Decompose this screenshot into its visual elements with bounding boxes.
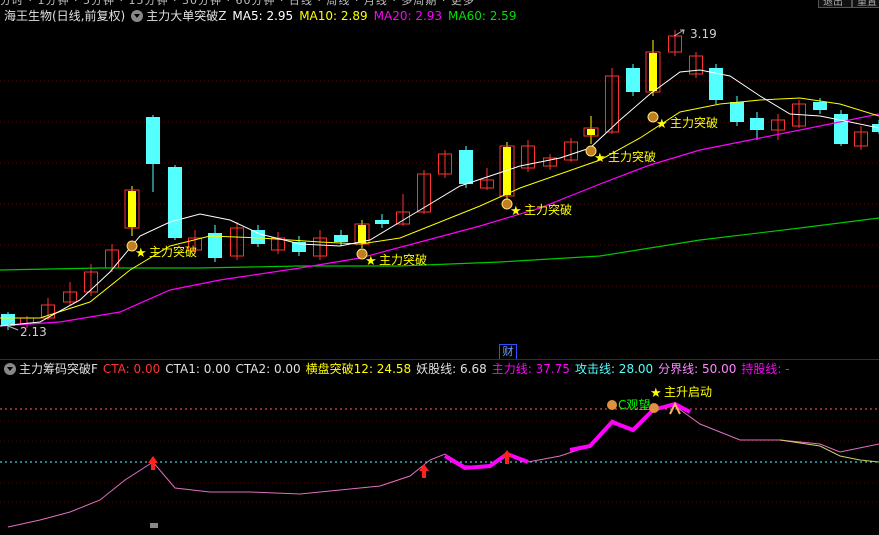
indicator-name[interactable]: 主力大单突破Z (146, 8, 226, 24)
candle-body-down (750, 118, 764, 130)
panel-divider (0, 359, 879, 360)
period-menu[interactable]: 分时 · 1分钟 · 5分钟 · 15分钟 · 30分钟 · 60分钟 · 日线… (0, 0, 475, 8)
star-icon: ★ (135, 246, 147, 261)
signal-label: 主力突破 (149, 244, 197, 259)
signal-label: 主力突破 (524, 202, 572, 217)
finance-marker[interactable]: 财 (499, 344, 517, 360)
ma5-value: MA5: 2.95 (232, 9, 294, 23)
watch-label: C观望 (618, 398, 650, 412)
candle-body-down (146, 117, 160, 164)
attack-line (779, 439, 879, 463)
stock-title[interactable]: 海王生物(日线,前复权) (4, 8, 125, 24)
sub-indicator-chart[interactable]: ★ C观望 主升启动 (0, 378, 879, 535)
candle-signal-fill (128, 191, 136, 227)
candle-body-down (813, 102, 827, 110)
candle-signal-fill (587, 129, 595, 135)
main-legend: 海王生物(日线,前复权) 主力大单突破Z MA5: 2.95 MA10: 2.8… (4, 8, 516, 24)
indicator-settings-icon[interactable] (131, 10, 144, 22)
pointing-hand-icon (649, 403, 659, 413)
demon-line-value: 妖股线: 6.68 (416, 362, 487, 376)
reset-button[interactable]: 重置 (852, 0, 879, 8)
candle-signal-fill (649, 53, 657, 91)
candle-body-down (375, 220, 389, 224)
candle-body-down (168, 167, 182, 238)
signal-label: 主力突破 (670, 115, 718, 130)
red-up-arrow-icon (148, 456, 158, 470)
hold-line-value: 持股线: - (741, 362, 790, 376)
high-price-label: 3.19 (690, 27, 717, 41)
candle-body-down (834, 114, 848, 144)
cta-value: CTA: 0.00 (102, 362, 161, 376)
candle-body-down (459, 150, 473, 184)
ma60-value: MA60: 2.59 (448, 9, 517, 23)
sub-indicator-settings-icon[interactable] (4, 363, 16, 375)
signal-label: 主力突破 (379, 252, 427, 267)
candle-body-down (334, 235, 348, 242)
sub-legend: 主力筹码突破F CTA: 0.00 CTA1: 0.00 CTA2: 0.00 … (4, 361, 790, 377)
star-icon: ★ (594, 151, 606, 166)
candle-body-down (730, 102, 744, 122)
top-menu-strip: 分时 · 1分钟 · 5分钟 · 15分钟 · 30分钟 · 60分钟 · 日线… (0, 0, 879, 8)
candle-body-down (1, 314, 15, 326)
zhuli-line (7, 405, 879, 528)
boundary-line-value: 分界线: 50.00 (658, 362, 737, 376)
star-icon: ★ (510, 204, 522, 219)
watch-hand-icon (607, 400, 617, 410)
cta1-value: CTA1: 0.00 (165, 362, 231, 376)
star-icon: ★ (656, 117, 668, 132)
candle-body-down (251, 230, 265, 244)
attack-line-value: 攻击线: 28.00 (574, 362, 654, 376)
ma10-value: MA10: 2.89 (299, 9, 368, 23)
main-force-line-value: 主力线: 37.75 (491, 362, 570, 376)
breakout-value: 横盘突破12: 24.58 (305, 362, 412, 376)
low-price-label: 2.13 (20, 325, 47, 339)
star-icon: ★ (650, 386, 662, 401)
candlestick-chart[interactable]: ★ 主力突破★ 主力突破★ 主力突破★ 主力突破★ 主力突破 3.19 2.13 (0, 24, 879, 360)
cta2-value: CTA2: 0.00 (235, 362, 301, 376)
signal-label: 主力突破 (608, 149, 656, 164)
exit-button[interactable]: 退出 (818, 0, 852, 8)
candle-body-down (626, 68, 640, 92)
ma20-value: MA20: 2.93 (373, 9, 443, 23)
sub-indicator-name[interactable]: 主力筹码突破F (19, 361, 98, 377)
candle-signal-fill (358, 225, 366, 243)
launch-label: 主升启动 (664, 385, 712, 399)
scroll-marker[interactable] (150, 523, 158, 528)
red-up-arrow-icon (419, 464, 429, 478)
star-icon: ★ (365, 254, 377, 269)
